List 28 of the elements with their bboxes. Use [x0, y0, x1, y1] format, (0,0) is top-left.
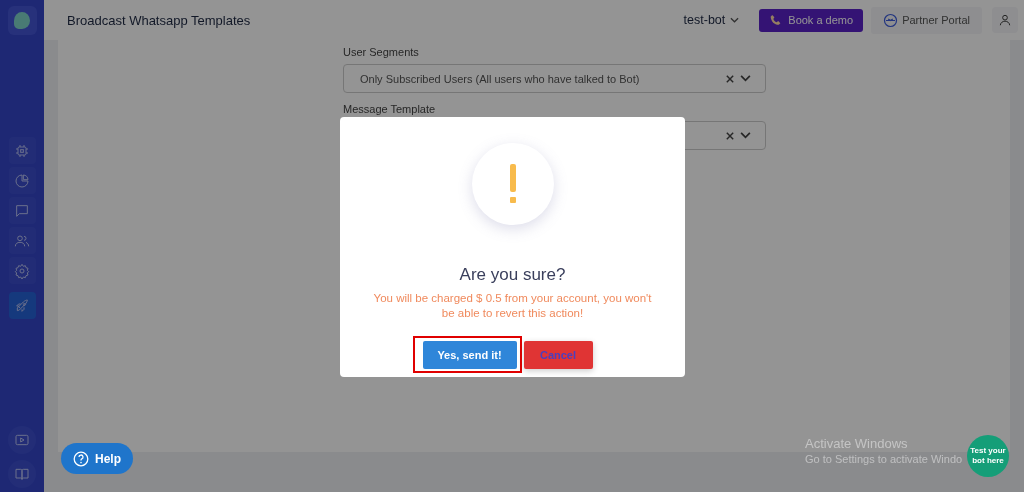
- confirm-button[interactable]: Yes, send it!: [422, 341, 517, 369]
- chevron-icon[interactable]: [740, 75, 751, 82]
- book-icon[interactable]: [8, 460, 36, 488]
- user-icon[interactable]: [992, 7, 1018, 33]
- clear-icon[interactable]: [726, 131, 734, 140]
- select-field[interactable]: Only Subscribed Users (All users who have talked to Bot): [343, 64, 766, 93]
- chevron-icon: [730, 17, 740, 23]
- chat-bubble-icon[interactable]: [8, 197, 36, 224]
- chip-icon[interactable]: [8, 137, 36, 164]
- phone-icon: [769, 12, 783, 28]
- rocket-icon[interactable]: [8, 292, 36, 319]
- help-button[interactable]: Help: [61, 443, 133, 474]
- video-play-icon[interactable]: [8, 426, 36, 454]
- field-label: User Segments: [343, 46, 419, 58]
- dialog-message: You will be charged $ 0.5 from your account, you won't be able to revert this action!: [372, 291, 653, 321]
- help-icon: [73, 450, 89, 467]
- partner-portal-button[interactable]: Partner Portal: [871, 6, 982, 34]
- gear-icon[interactable]: [8, 257, 36, 284]
- bot-selector[interactable]: test-bot: [677, 12, 746, 28]
- page-title: Broadcast Whatsapp Templates: [67, 12, 251, 28]
- dialog-title: Are you sure?: [459, 265, 566, 285]
- book-demo-button[interactable]: Book a demo: [759, 8, 864, 32]
- chevron-icon[interactable]: [740, 132, 751, 139]
- users-icon[interactable]: [8, 227, 36, 254]
- clear-icon[interactable]: [726, 74, 734, 83]
- pie-chart-icon[interactable]: [8, 167, 36, 194]
- logo-icon[interactable]: [7, 6, 37, 35]
- field-label: Message Template: [343, 103, 436, 115]
